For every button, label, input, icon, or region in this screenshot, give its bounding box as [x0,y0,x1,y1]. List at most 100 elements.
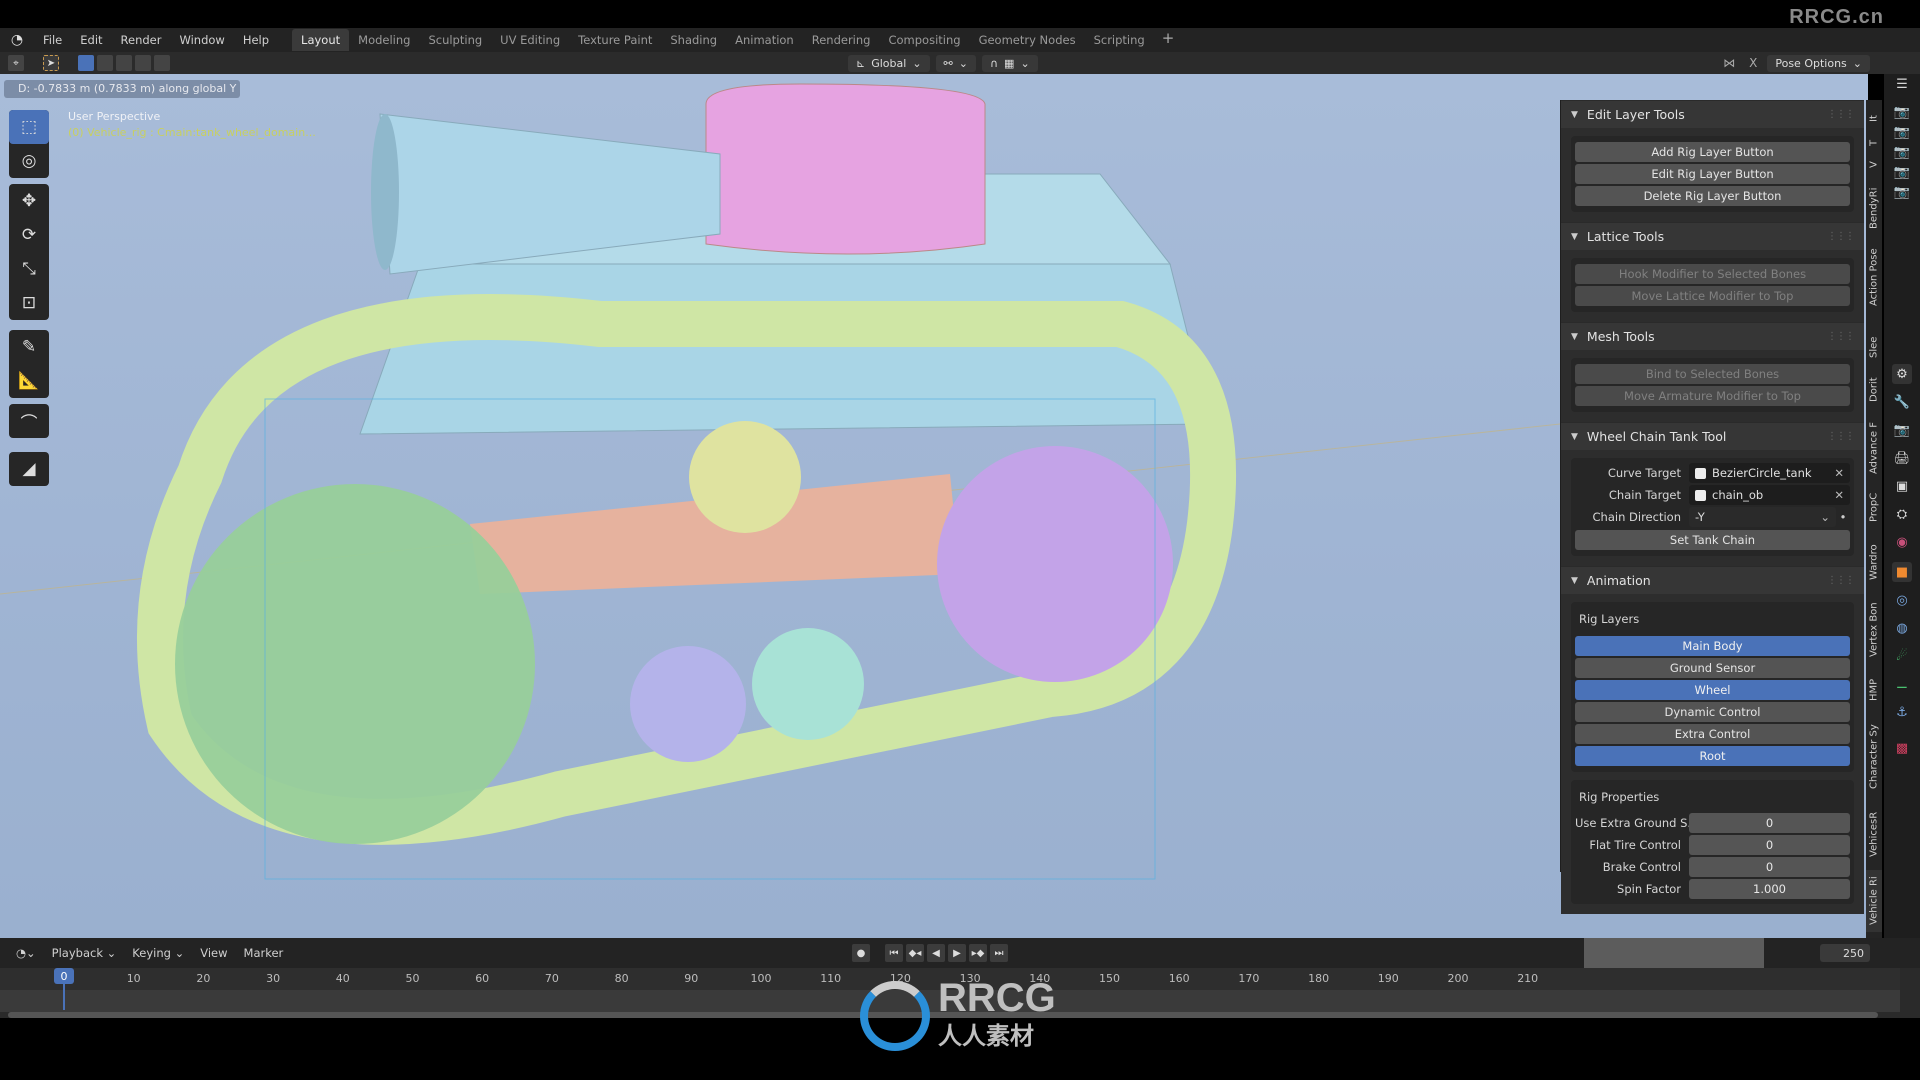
spin-factor-field[interactable]: 1.000 [1689,879,1850,899]
output-icon[interactable]: 🖨 [1892,448,1912,468]
tab-compositing[interactable]: Compositing [879,29,969,51]
tool-settings-icon[interactable]: ⚙ [1892,364,1912,384]
chain-target-field[interactable]: chain_ob ✕ [1689,485,1850,505]
rig-layer-dynamic-control[interactable]: Dynamic Control [1575,702,1850,722]
tab-sculpting[interactable]: Sculpting [419,29,491,51]
rotate-tool-icon[interactable]: ⟳ [9,218,49,252]
vtab-dorit[interactable]: Dorit [1866,370,1882,410]
pivot-dropdown[interactable]: ⚯ ⌄ [935,54,976,72]
delete-rig-layer-button[interactable]: Delete Rig Layer Button [1575,186,1850,206]
vtab-bendyri[interactable]: BendyRi [1866,180,1882,236]
pose-tool-icon[interactable]: ◢ [9,452,49,486]
add-workspace-button[interactable]: + [1154,29,1183,51]
keying-menu[interactable]: Keying ⌄ [126,944,190,962]
camera-icon[interactable]: 📷 [1892,102,1912,122]
next-keyframe-button[interactable]: ▸◆ [969,944,987,962]
modifier-icon[interactable]: ◎ [1892,590,1912,610]
wrench-icon[interactable]: 🔧 [1892,392,1912,412]
set-tank-chain-button[interactable]: Set Tank Chain [1575,530,1850,550]
view-menu[interactable]: View [194,944,233,962]
vtab-advance[interactable]: Advance F [1866,416,1882,480]
playback-menu[interactable]: Playback ⌄ [46,944,123,962]
chain-direction-dropdown[interactable]: -Y ⌄ [1689,507,1836,527]
vtab-character-sy[interactable]: Character Sy [1866,714,1882,800]
camera-icon[interactable]: 📷 [1892,162,1912,182]
snap-dropdown[interactable]: ∩ ▦ ⌄ [981,54,1038,72]
camera-icon[interactable]: 📷 [1892,182,1912,202]
vtab-propc[interactable]: PropC [1866,486,1882,528]
transform-tool-icon[interactable]: ⊡ [9,286,49,320]
select-mode-invert-icon[interactable] [135,55,151,71]
drag-grip-icon[interactable]: ⋮⋮⋮ [1827,331,1855,342]
cursor-tool-icon[interactable]: ◎ [9,144,49,178]
blender-logo-icon[interactable]: ◔ [0,32,34,48]
select-box-tool-icon[interactable]: ⬚ [9,110,49,144]
tab-texture-paint[interactable]: Texture Paint [569,29,661,51]
camera-icon[interactable]: 📷 [1892,142,1912,162]
tab-rendering[interactable]: Rendering [803,29,880,51]
pose-options-dropdown[interactable]: Pose Options ⌄ [1767,54,1870,72]
vtab-wardro[interactable]: Wardro [1866,536,1882,588]
tab-modeling[interactable]: Modeling [349,29,419,51]
select-mode-subtract-icon[interactable] [116,55,132,71]
clear-icon[interactable]: ✕ [1834,488,1844,502]
curve-target-field[interactable]: BezierCircle_tank ✕ [1689,463,1850,483]
tab-uv-editing[interactable]: UV Editing [491,29,569,51]
select-mode-extend-icon[interactable] [97,55,113,71]
tab-shading[interactable]: Shading [661,29,726,51]
move-lattice-modifier-button[interactable]: Move Lattice Modifier to Top [1575,286,1850,306]
drag-grip-icon[interactable]: ⋮⋮⋮ [1827,431,1855,442]
rig-layer-main-body[interactable]: Main Body [1575,636,1850,656]
panel-header-mesh-tools[interactable]: ▼ Mesh Tools ⋮⋮⋮ [1561,322,1864,350]
brake-control-field[interactable]: 0 [1689,857,1850,877]
orientation-dropdown[interactable]: ⊾ Global ⌄ [848,54,930,72]
camera-icon[interactable]: 📷 [1892,122,1912,142]
panel-header-edit-layer-tools[interactable]: ▼ Edit Layer Tools ⋮⋮⋮ [1561,100,1864,128]
drag-grip-icon[interactable]: ⋮⋮⋮ [1827,109,1855,120]
vtab-item[interactable]: It [1866,108,1882,130]
play-reverse-button[interactable]: ◀ [927,944,945,962]
measure-tool-icon[interactable]: 📐 [9,364,49,398]
tab-geometry-nodes[interactable]: Geometry Nodes [970,29,1085,51]
scale-tool-icon[interactable]: ⤡ [9,252,49,286]
menu-edit[interactable]: Edit [71,33,111,47]
annotate-tool-icon[interactable]: ✎ [9,330,49,364]
panel-header-lattice-tools[interactable]: ▼ Lattice Tools ⋮⋮⋮ [1561,222,1864,250]
tab-layout[interactable]: Layout [292,29,350,51]
select-tool-icon[interactable]: ➤ [43,55,59,71]
x-axis-toggle[interactable]: X [1745,56,1761,70]
object-icon[interactable]: ■ [1892,562,1912,582]
select-mode-new-icon[interactable] [78,55,94,71]
marker-menu[interactable]: Marker [238,944,290,962]
tab-scripting[interactable]: Scripting [1085,29,1154,51]
select-mode-intersect-icon[interactable] [154,55,170,71]
texture-icon[interactable]: ▩ [1892,738,1912,758]
panel-header-wheel-chain[interactable]: ▼ Wheel Chain Tank Tool ⋮⋮⋮ [1561,422,1864,450]
move-tool-icon[interactable]: ✥ [9,184,49,218]
bone-icon[interactable]: ⚊ [1892,674,1912,694]
play-button[interactable]: ▶ [948,944,966,962]
render-icon[interactable]: 📷 [1892,420,1912,440]
tab-animation[interactable]: Animation [726,29,803,51]
vtab-vehicle-ri[interactable]: Vehicle Ri [1866,870,1882,932]
use-extra-ground-field[interactable]: 0 [1689,813,1850,833]
editor-type-clock-icon[interactable]: ◔⌄ [10,944,42,962]
vtab-vertex-bon[interactable]: Vertex Bon [1866,594,1882,666]
auto-key-record-button[interactable]: ● [852,944,870,962]
menu-render[interactable]: Render [112,33,171,47]
flat-tire-field[interactable]: 0 [1689,835,1850,855]
bind-to-bones-button[interactable]: Bind to Selected Bones [1575,364,1850,384]
vtab-view[interactable]: V [1866,156,1882,174]
edit-rig-layer-button[interactable]: Edit Rig Layer Button [1575,164,1850,184]
scene-icon[interactable]: ⛭ [1892,504,1912,524]
rig-layer-root[interactable]: Root [1575,746,1850,766]
keyframe-dot-icon[interactable]: • [1836,510,1850,524]
jump-end-button[interactable]: ⏭ [990,944,1008,962]
drag-grip-icon[interactable]: ⋮⋮⋮ [1827,231,1855,242]
vtab-vehicesr[interactable]: VehicesR [1866,806,1882,862]
constraints-icon[interactable]: ⚓ [1892,702,1912,722]
hook-modifier-button[interactable]: Hook Modifier to Selected Bones [1575,264,1850,284]
world-icon[interactable]: ◉ [1892,532,1912,552]
menu-file[interactable]: File [34,33,71,47]
physics-icon[interactable]: ☄ [1892,646,1912,666]
